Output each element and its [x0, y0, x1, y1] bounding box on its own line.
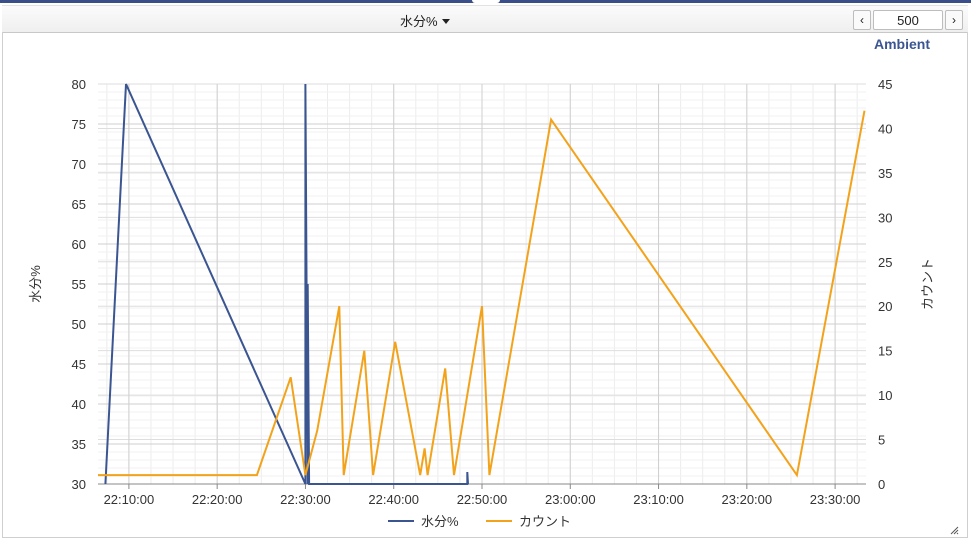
resize-grip-icon[interactable]: [949, 525, 959, 535]
x-tick-label: 22:40:00: [368, 492, 419, 507]
y-right-tick-label: 25: [878, 255, 892, 270]
y-axis-right-label: カウント: [920, 258, 935, 310]
x-tick-label: 23:20:00: [722, 492, 773, 507]
y-right-tick-label: 15: [878, 344, 892, 359]
y-left-tick-label: 65: [72, 197, 86, 212]
grid: [98, 83, 866, 485]
y-right-tick-label: 30: [878, 210, 892, 225]
x-tick-label: 22:20:00: [192, 492, 243, 507]
y-right-tick-label: 5: [878, 433, 885, 448]
legend-label: カウント: [519, 514, 571, 529]
y-left-tick-label: 30: [72, 477, 86, 492]
y-left-tick-label: 70: [72, 157, 86, 172]
y-right-tick-label: 45: [878, 77, 892, 92]
legend-label: 水分%: [421, 514, 459, 529]
y-left-tick-label: 45: [72, 357, 86, 372]
legend: 水分% カウント: [388, 514, 571, 529]
x-tick-label: 22:50:00: [457, 492, 508, 507]
chart-svg: Ambient 22:10:00 22:20:00 22:30:00 22:40:00…: [28, 36, 935, 529]
x-tick-label: 22:30:00: [280, 492, 331, 507]
y-left-tick-label: 80: [72, 77, 86, 92]
y-left-tick-label: 50: [72, 317, 86, 332]
chart-title: Ambient: [874, 36, 930, 52]
x-tick-label: 23:30:00: [810, 492, 861, 507]
y-right-tick-label: 10: [878, 388, 892, 403]
y-left-tick-label: 40: [72, 397, 86, 412]
x-tick-label: 22:10:00: [104, 492, 155, 507]
y-right-tick-label: 40: [878, 121, 892, 136]
x-tick-label: 23:10:00: [633, 492, 684, 507]
y-right-tick-label: 20: [878, 299, 892, 314]
y-axis-left-label: 水分%: [28, 265, 43, 303]
y-right-tick-label: 0: [878, 477, 885, 492]
y-left-tick-label: 60: [72, 237, 86, 252]
y-left-tick-label: 35: [72, 437, 86, 452]
x-tick-label: 23:00:00: [545, 492, 596, 507]
y-left-tick-label: 55: [72, 277, 86, 292]
y-left-tick-label: 75: [72, 117, 86, 132]
y-right-tick-label: 35: [878, 166, 892, 181]
